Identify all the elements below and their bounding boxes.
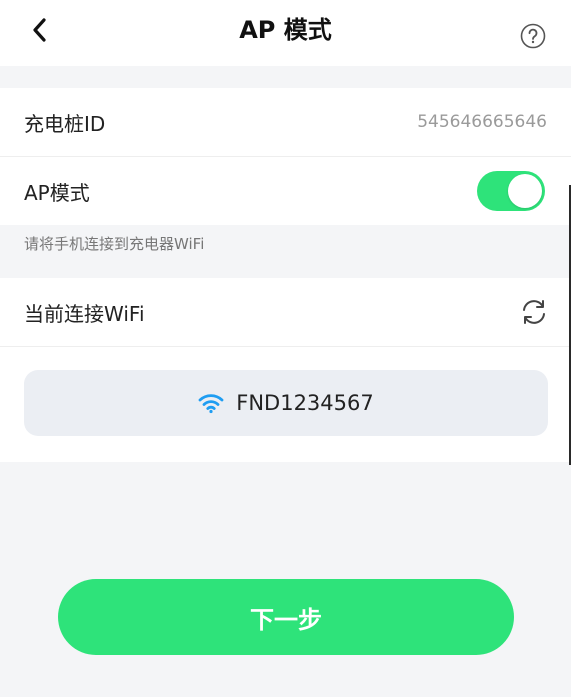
wifi-ssid: FND1234567: [236, 391, 374, 415]
wifi-card-area: FND1234567: [0, 347, 571, 462]
charger-id-value: 545646665646: [417, 112, 547, 132]
toggle-knob: [508, 174, 542, 208]
help-icon: [520, 23, 546, 49]
charger-id-label: 充电桩ID: [24, 111, 106, 136]
wifi-icon: [198, 394, 224, 414]
charger-id-row: 充电桩ID 545646665646: [0, 88, 571, 156]
current-wifi-label: 当前连接WiFi: [24, 301, 145, 326]
page-title: AP 模式: [239, 16, 332, 44]
wifi-network-card[interactable]: FND1234567: [24, 370, 548, 436]
help-button[interactable]: [519, 22, 547, 50]
next-step-button[interactable]: 下一步: [58, 579, 514, 655]
connect-hint: 请将手机连接到充电器WiFi: [24, 235, 205, 253]
screen: AP 模式 充电桩ID 545646665646 AP模式 请将手机连接到充电器…: [0, 0, 571, 697]
refresh-icon: [523, 300, 545, 324]
ap-mode-toggle[interactable]: [477, 171, 545, 211]
refresh-button[interactable]: [519, 297, 549, 327]
header-bar: AP 模式: [0, 0, 571, 66]
current-wifi-row: 当前连接WiFi: [0, 278, 571, 346]
ap-mode-row: AP模式: [0, 157, 571, 225]
ap-mode-label: AP模式: [24, 180, 90, 205]
